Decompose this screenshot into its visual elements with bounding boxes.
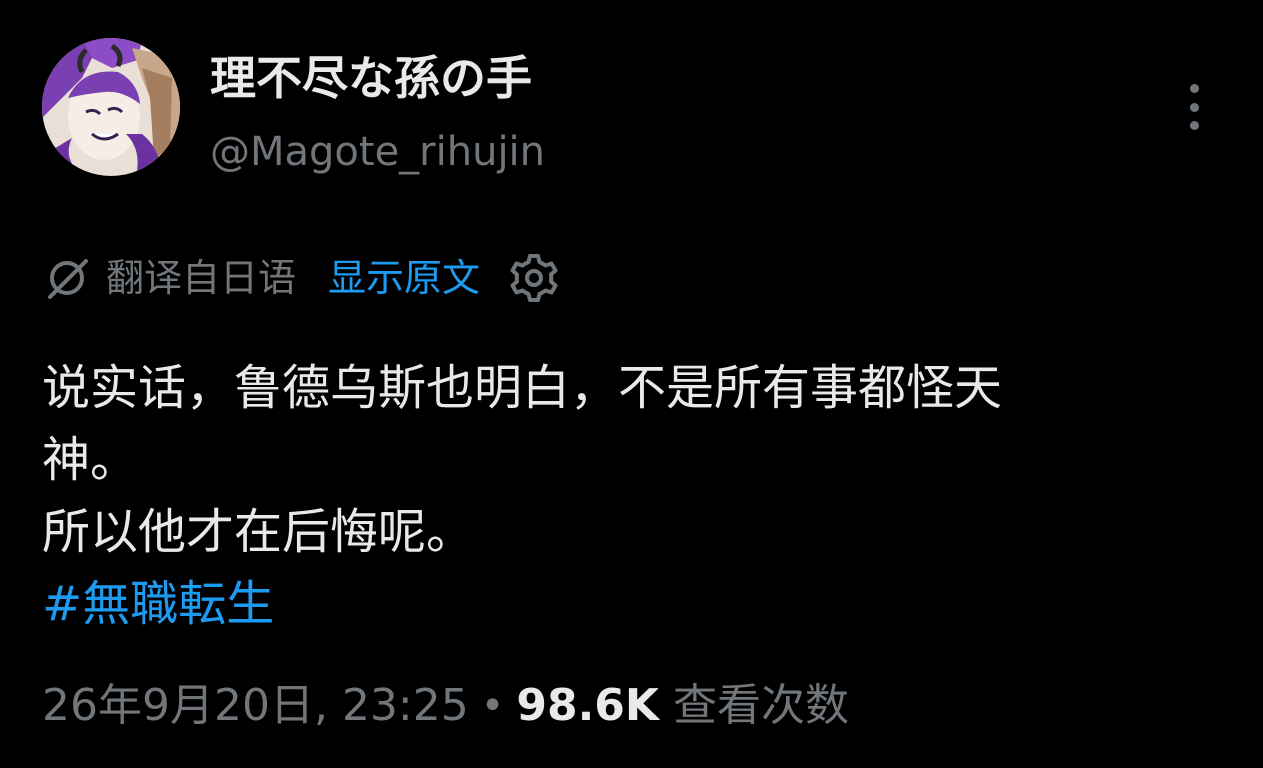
tweet-meta: 26年9月20日, 23:25 • 98.6K 查看次数 bbox=[42, 674, 849, 738]
tweet-text-line: 神。 bbox=[42, 432, 139, 488]
views-label: 查看次数 bbox=[673, 680, 849, 731]
more-options-icon bbox=[1189, 84, 1199, 93]
tweet-text-line: 说实话，鲁德乌斯也明白，不是所有事都怪天 bbox=[42, 360, 1003, 416]
translated-from-label: 翻译自日语 bbox=[106, 256, 297, 300]
handle[interactable]: @Magote_rihujin bbox=[210, 126, 545, 178]
hashtag-link[interactable]: #無職転生 bbox=[42, 568, 1232, 640]
avatar[interactable] bbox=[42, 38, 180, 176]
translate-slash-icon bbox=[48, 259, 88, 299]
tweet-text-line: 所以他才在后悔呢。 bbox=[42, 504, 475, 560]
timestamp[interactable]: 26年9月20日, 23:25 bbox=[42, 674, 469, 738]
tweet-text: 说实话，鲁德乌斯也明白，不是所有事都怪天 神。 所以他才在后悔呢。 #無職転生 bbox=[42, 352, 1232, 640]
translation-bar: 翻译自日语 显示原文 bbox=[42, 248, 560, 308]
views-count: 98.6K bbox=[516, 680, 659, 731]
display-name[interactable]: 理不尽な孫の手 bbox=[210, 48, 532, 108]
avatar-image bbox=[42, 38, 180, 176]
separator-dot: • bbox=[480, 683, 505, 729]
more-options-button[interactable] bbox=[1172, 80, 1216, 134]
gear-icon[interactable] bbox=[508, 252, 560, 304]
more-options-dot bbox=[1189, 121, 1199, 130]
show-original-link[interactable]: 显示原文 bbox=[328, 248, 480, 308]
more-options-dot bbox=[1189, 102, 1199, 112]
